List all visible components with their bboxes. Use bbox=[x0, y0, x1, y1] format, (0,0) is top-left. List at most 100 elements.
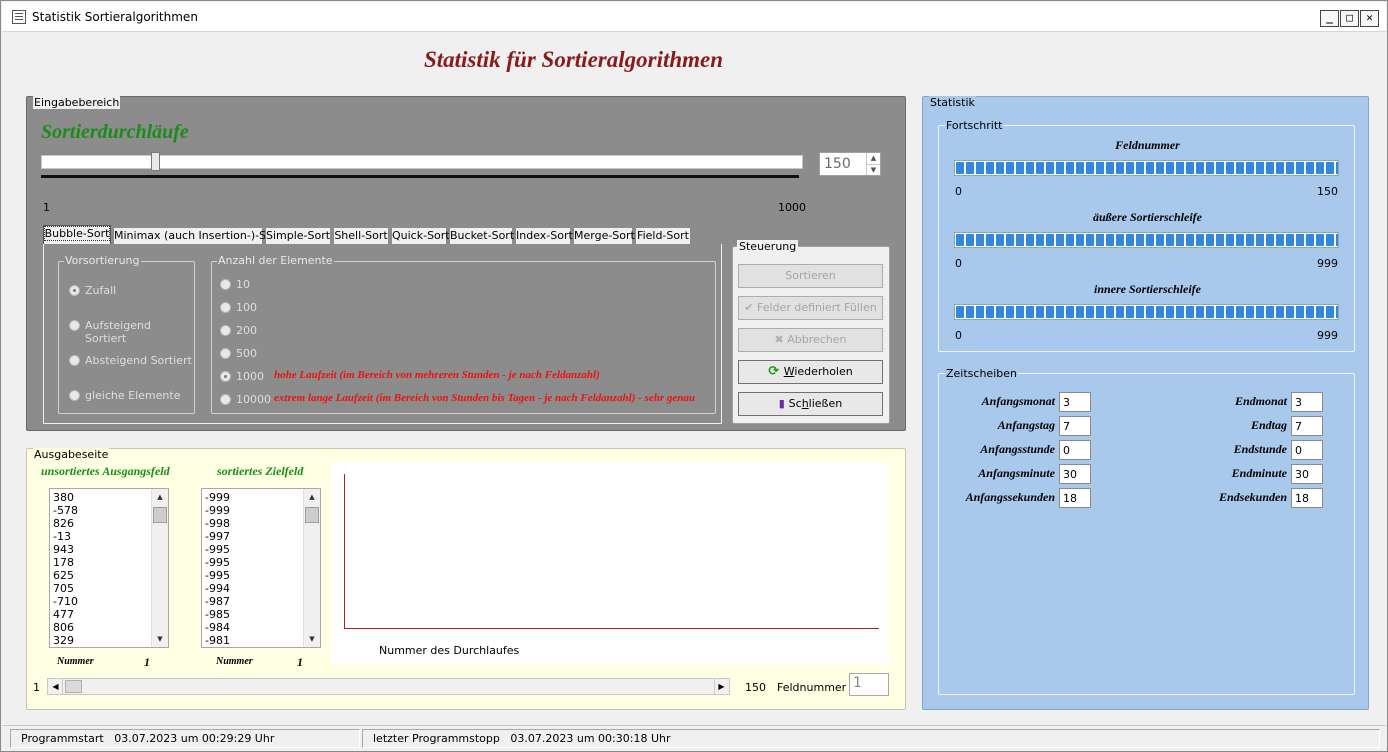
start-4-input[interactable]: 30 bbox=[1059, 464, 1091, 484]
tab-shell-sort[interactable]: Shell-Sort bbox=[333, 227, 389, 244]
sorted-scrollbar[interactable]: ▲ ▼ bbox=[303, 489, 320, 647]
list-item[interactable]: -994 bbox=[205, 582, 230, 595]
start-2-value: 7 bbox=[1063, 420, 1070, 433]
abort-button[interactable]: ✖ Abbrechen bbox=[738, 328, 883, 352]
count-radio[interactable] bbox=[220, 371, 231, 382]
presort-radio[interactable] bbox=[69, 390, 80, 401]
scroll-right-icon[interactable]: ▶ bbox=[714, 679, 728, 694]
tab-label: Index-Sort bbox=[516, 229, 573, 242]
presort-radio[interactable] bbox=[69, 320, 80, 331]
list-item[interactable]: -13 bbox=[53, 530, 78, 543]
sorted-list[interactable]: -999 -999 -998 -997 -995 -995 -995 -994 -987 -985… bbox=[201, 488, 321, 648]
note-10000: extrem lange Laufzeit (im Bereich von St… bbox=[274, 392, 695, 404]
field-number-input[interactable]: 1 bbox=[849, 673, 889, 696]
tab-index-sort[interactable]: Index-Sort bbox=[515, 227, 573, 244]
tab-panel: Vorsortierung Zufall Aufsteigend Sortiert… bbox=[43, 244, 722, 424]
end-4-input[interactable]: 30 bbox=[1291, 464, 1323, 484]
scroll-up-icon[interactable]: ▲ bbox=[152, 489, 168, 505]
scroll-up-icon[interactable]: ▲ bbox=[304, 489, 320, 505]
start-2-input[interactable]: 7 bbox=[1059, 416, 1091, 436]
runs-spinbox[interactable]: 150 ▲ ▼ bbox=[819, 152, 881, 176]
list-item[interactable]: -995 bbox=[205, 556, 230, 569]
start-1-input[interactable]: 3 bbox=[1059, 392, 1091, 412]
presort-radio[interactable] bbox=[69, 285, 80, 296]
unsorted-title: unsortiertes Ausgangsfeld bbox=[41, 464, 170, 478]
count-radio[interactable] bbox=[220, 325, 231, 336]
tab-field-sort[interactable]: Field-Sort bbox=[635, 227, 691, 244]
unsorted-scrollbar[interactable]: ▲ ▼ bbox=[151, 489, 168, 647]
progress-group: Fortschritt Feldnummer 0 150 äußere Sortier… bbox=[938, 119, 1355, 352]
list-item[interactable]: 329 bbox=[53, 634, 78, 647]
list-item[interactable]: 705 bbox=[53, 582, 78, 595]
list-item[interactable]: 943 bbox=[53, 543, 78, 556]
end-3-input[interactable]: 0 bbox=[1291, 440, 1323, 460]
start-3-input[interactable]: 0 bbox=[1059, 440, 1091, 460]
scroll-down-icon[interactable]: ▼ bbox=[304, 631, 320, 647]
list-item[interactable]: -999 bbox=[205, 491, 230, 504]
close-window-button[interactable]: ✕ bbox=[1360, 10, 1379, 27]
list-item[interactable]: -984 bbox=[205, 621, 230, 634]
count-radio[interactable] bbox=[220, 348, 231, 359]
tab-merge-sort[interactable]: Merge-Sort bbox=[573, 227, 635, 244]
tab-quick-sort[interactable]: Quick-Sort bbox=[391, 227, 450, 244]
list-item[interactable]: -995 bbox=[205, 543, 230, 556]
list-item[interactable]: 826 bbox=[53, 517, 78, 530]
count-option-label: 10 bbox=[236, 278, 250, 291]
list-item[interactable]: 806 bbox=[53, 621, 78, 634]
hscroll-max: 150 bbox=[745, 681, 766, 694]
spin-down-icon[interactable]: ▼ bbox=[866, 164, 880, 175]
control-label: Steuerung bbox=[737, 240, 799, 253]
title-bar[interactable]: Statistik Sortieralgorithmen _ □ ✕ bbox=[2, 2, 1386, 32]
runs-heading: Sortierdurchläufe bbox=[41, 121, 189, 143]
minimize-button[interactable]: _ bbox=[1320, 10, 1339, 27]
list-item[interactable]: -981 bbox=[205, 634, 230, 647]
sorted-number-label: Nummer bbox=[216, 656, 253, 667]
end-2-value: 7 bbox=[1295, 420, 1302, 433]
tab-simple-sort[interactable]: Simple-Sort bbox=[265, 227, 331, 244]
list-item[interactable]: -985 bbox=[205, 608, 230, 621]
scroll-left-icon[interactable]: ◀ bbox=[49, 679, 63, 694]
spin-up-icon[interactable]: ▲ bbox=[866, 153, 880, 164]
fill-button[interactable]: ✔ Felder definiert Füllen bbox=[738, 296, 883, 320]
list-item[interactable]: -987 bbox=[205, 595, 230, 608]
input-group: Eingabebereich Sortierdurchläufe 1 1000 … bbox=[26, 96, 906, 431]
tab-minimax-auch-insertion-sort[interactable]: Minimax (auch Insertion-)-Sort bbox=[113, 227, 282, 244]
hscroll-thumb[interactable] bbox=[65, 680, 82, 693]
list-item[interactable]: -998 bbox=[205, 517, 230, 530]
field-scrollbar[interactable]: ◀ ▶ bbox=[47, 678, 730, 695]
scroll-thumb[interactable] bbox=[305, 507, 319, 523]
count-radio[interactable] bbox=[220, 279, 231, 290]
list-item[interactable]: -997 bbox=[205, 530, 230, 543]
slider-thumb[interactable] bbox=[151, 152, 161, 171]
repeat-button[interactable]: ⟳ Wiederholen bbox=[738, 360, 883, 384]
tab-bucket-sort[interactable]: Bucket-Sort bbox=[449, 227, 514, 244]
end-1-input[interactable]: 3 bbox=[1291, 392, 1323, 412]
unsorted-list[interactable]: 380 -578 826 -13 943 178 625 705 -710 477 806 329 ▲… bbox=[49, 488, 169, 648]
scroll-down-icon[interactable]: ▼ bbox=[152, 631, 168, 647]
list-item[interactable]: 178 bbox=[53, 556, 78, 569]
scroll-thumb[interactable] bbox=[153, 507, 167, 523]
page-title: Statistik für Sortieralgorithmen bbox=[423, 47, 724, 72]
presort-radio[interactable] bbox=[69, 355, 80, 366]
maximize-button[interactable]: □ bbox=[1340, 10, 1359, 27]
count-radio[interactable] bbox=[220, 302, 231, 313]
progress-max: 150 bbox=[1317, 185, 1338, 198]
end-5-input[interactable]: 18 bbox=[1291, 488, 1323, 508]
start-4-label: Anfangsminute bbox=[978, 466, 1055, 480]
list-item[interactable]: 477 bbox=[53, 608, 78, 621]
sort-button[interactable]: Sortieren bbox=[738, 264, 883, 288]
list-item[interactable]: 380 bbox=[53, 491, 78, 504]
list-item[interactable]: 625 bbox=[53, 569, 78, 582]
end-2-input[interactable]: 7 bbox=[1291, 416, 1323, 436]
list-item[interactable]: -578 bbox=[53, 504, 78, 517]
close-button[interactable]: ▮ Schließen bbox=[738, 392, 883, 416]
slider-baseline bbox=[41, 175, 799, 178]
list-item[interactable]: -710 bbox=[53, 595, 78, 608]
tab-bubble-sort[interactable]: Bubble-Sort bbox=[43, 225, 111, 244]
end-4-value: 30 bbox=[1295, 468, 1309, 481]
start-5-input[interactable]: 18 bbox=[1059, 488, 1091, 508]
list-item[interactable]: -999 bbox=[205, 504, 230, 517]
repeat-button-label: Wiederholen bbox=[783, 365, 853, 378]
count-radio[interactable] bbox=[220, 394, 231, 405]
list-item[interactable]: -995 bbox=[205, 569, 230, 582]
